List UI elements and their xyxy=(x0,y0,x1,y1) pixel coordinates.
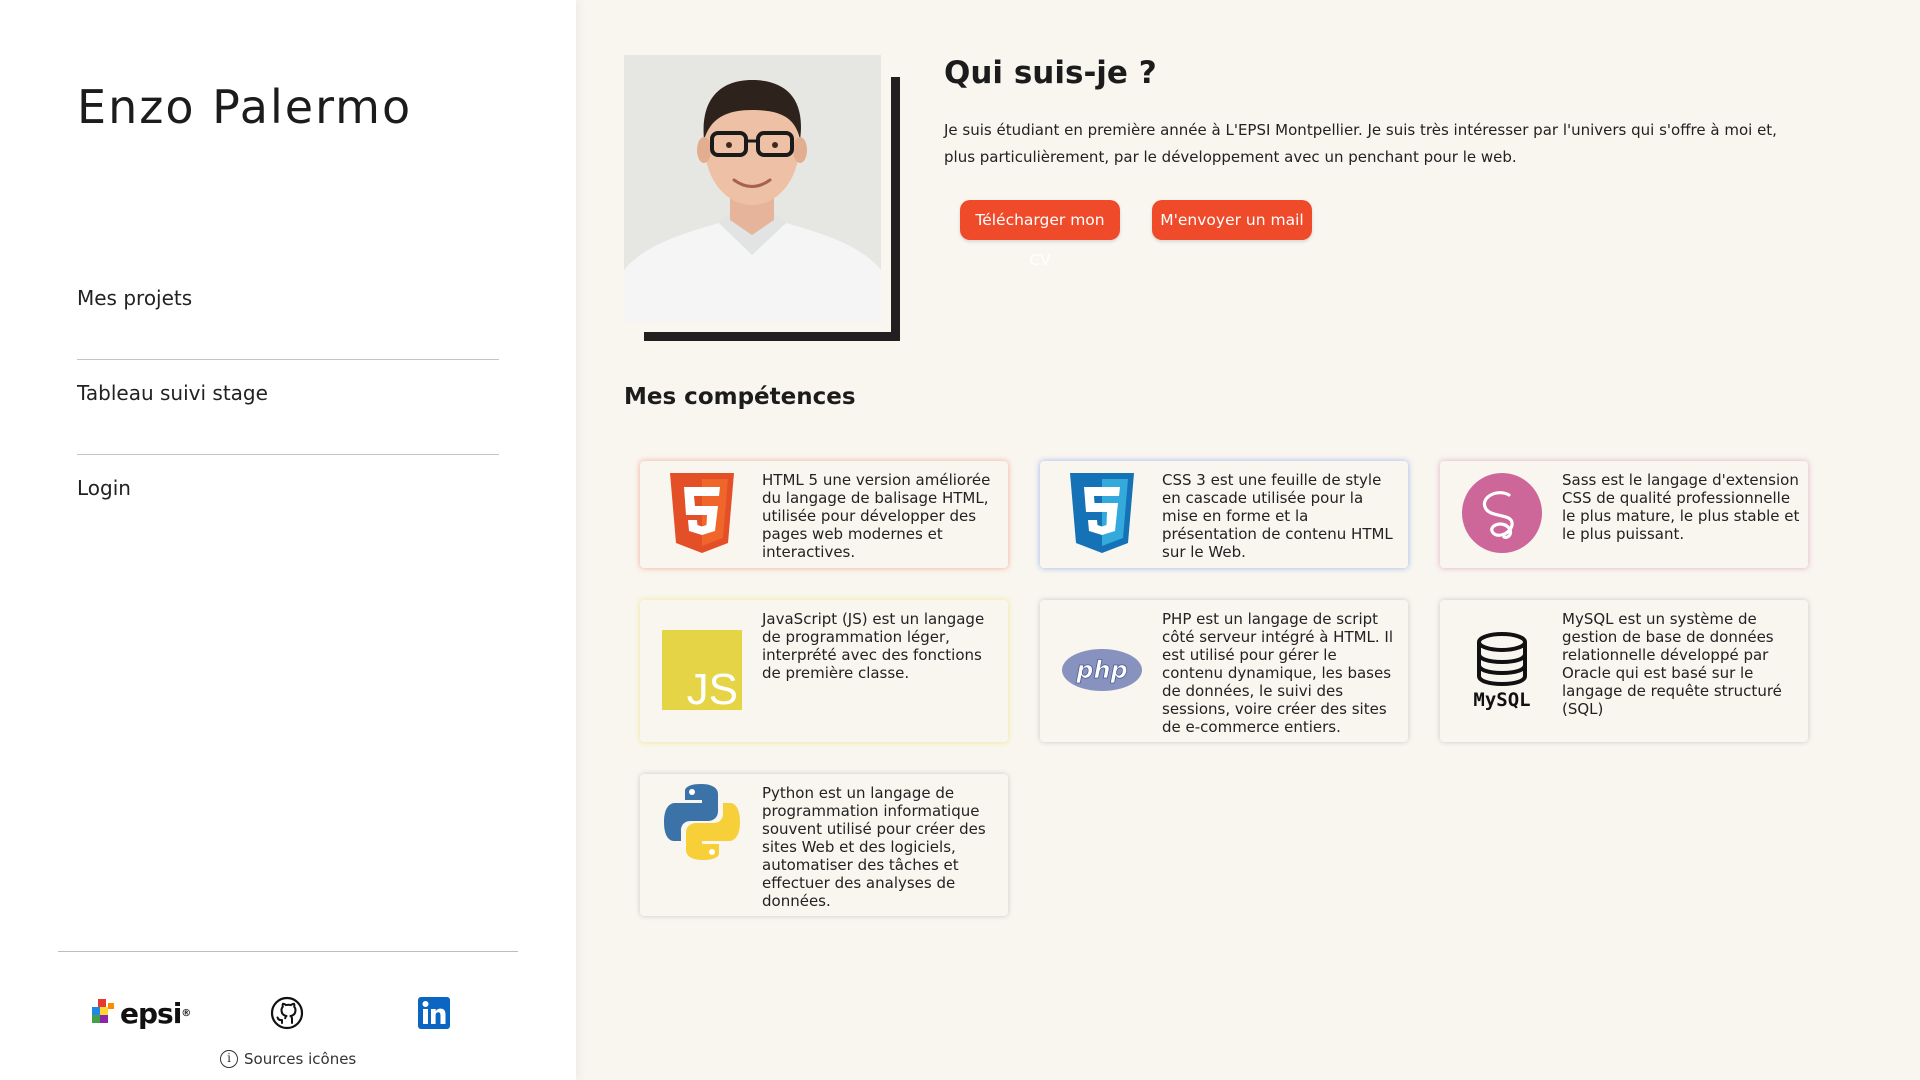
sources-label: Sources icônes xyxy=(244,1050,357,1068)
info-icon: i xyxy=(220,1050,238,1068)
nav-item-mes-projets[interactable]: Mes projets xyxy=(77,265,499,360)
skill-card-php: php PHP est un langage de script côté se… xyxy=(1040,600,1408,742)
profile-photo xyxy=(624,55,881,322)
skill-description: Sass est le langage d'extension CSS de q… xyxy=(1562,471,1800,543)
epsi-logo-icon xyxy=(92,999,116,1027)
sass-icon xyxy=(1462,473,1542,553)
footer-divider xyxy=(58,951,518,952)
nav-item-login[interactable]: Login xyxy=(77,455,499,550)
about-title: Qui suis-je ? xyxy=(944,55,1157,91)
github-link[interactable] xyxy=(270,995,304,1031)
skill-card-css3: CSS 3 est une feuille de style en cascad… xyxy=(1040,461,1408,568)
skill-description: JavaScript (JS) est un langage de progra… xyxy=(762,610,985,682)
skill-description: Python est un langage de programmation i… xyxy=(762,784,986,910)
skill-card-mysql: MySQL MySQL est un système de gestion de… xyxy=(1440,600,1808,742)
epsi-link[interactable]: epsi ® xyxy=(92,995,191,1031)
linkedin-link[interactable] xyxy=(417,995,451,1031)
skill-description: HTML 5 une version améliorée du langage … xyxy=(762,471,991,561)
epsi-registered-mark: ® xyxy=(181,1007,192,1019)
github-icon xyxy=(270,996,304,1030)
skill-description: PHP est un langage de script côté serveu… xyxy=(1162,610,1394,736)
php-icon: php xyxy=(1062,630,1142,710)
portrait-illustration xyxy=(624,55,881,322)
main-nav: Mes projets Tableau suivi stage Login xyxy=(77,265,499,550)
skill-card-javascript: JS JavaScript (JS) est un langage de pro… xyxy=(640,600,1008,742)
linkedin-icon xyxy=(418,997,450,1029)
skill-card-sass: Sass est le langage d'extension CSS de q… xyxy=(1440,461,1808,568)
nav-item-tableau-suivi-stage[interactable]: Tableau suivi stage xyxy=(77,360,499,455)
javascript-icon: JS xyxy=(662,630,742,710)
python-icon xyxy=(662,782,742,862)
skill-card-html5: HTML 5 une version améliorée du langage … xyxy=(640,461,1008,568)
skill-description: CSS 3 est une feuille de style en cascad… xyxy=(1162,471,1393,561)
epsi-label: epsi xyxy=(120,996,182,1030)
php-logo-text: php xyxy=(1075,656,1127,684)
skill-description: MySQL est un système de gestion de base … xyxy=(1562,610,1782,718)
css3-icon xyxy=(1062,473,1142,553)
mysql-logo-text: MySQL xyxy=(1473,689,1530,710)
sidebar: Enzo Palermo Mes projets Tableau suivi s… xyxy=(0,0,576,1080)
html5-icon xyxy=(662,473,742,553)
skills-title: Mes compétences xyxy=(624,384,856,410)
footer-links: epsi ® xyxy=(92,995,472,1031)
skill-card-python: Python est un langage de programmation i… xyxy=(640,774,1008,916)
sources-icons-link[interactable]: i Sources icônes xyxy=(220,1050,356,1068)
mysql-icon: MySQL xyxy=(1462,630,1542,710)
about-text: Je suis étudiant en première année à L'E… xyxy=(944,121,1777,166)
download-cv-button[interactable]: Télécharger mon CV xyxy=(960,200,1120,269)
javascript-logo-text: JS xyxy=(687,665,738,710)
site-title: Enzo Palermo xyxy=(77,80,413,134)
send-mail-button[interactable]: M'envoyer un mail xyxy=(1152,200,1312,240)
